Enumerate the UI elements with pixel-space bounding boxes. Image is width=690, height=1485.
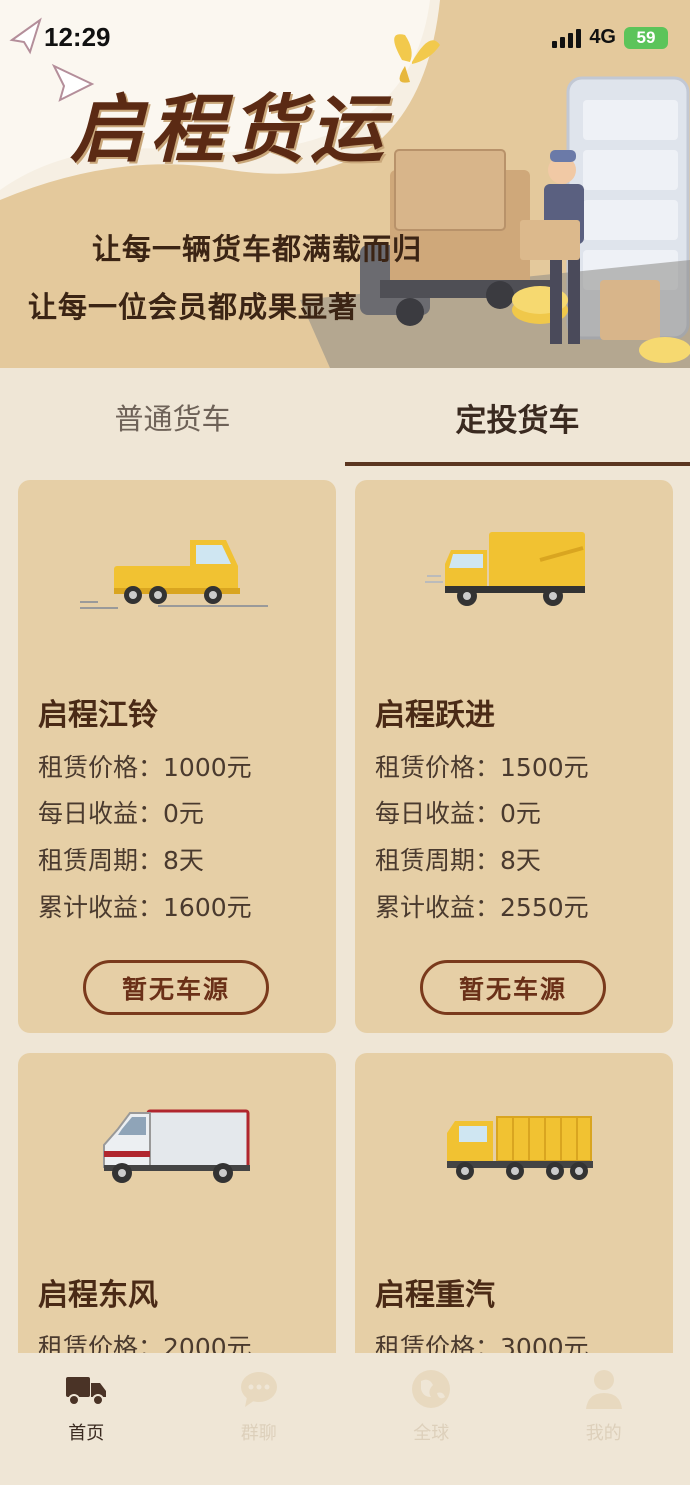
tab-fixed-investment-truck[interactable]: 定投货车	[345, 368, 690, 466]
truck-name: 启程重汽	[375, 1278, 495, 1313]
dump-truck-icon	[447, 1116, 593, 1180]
brand-title: 启程货运	[70, 87, 390, 173]
globe-icon	[412, 1370, 451, 1408]
truck-card[interactable]: 启程江铃 租赁价格：1000元 每日收益：0元 租赁周期：8天 累计收益：160…	[18, 480, 336, 1033]
signal-icon	[552, 28, 582, 48]
daily-income-value: 0元	[163, 799, 204, 828]
van-truck-icon	[103, 1109, 250, 1183]
truck-card[interactable]: 启程东风 租赁价格：2000元	[18, 1053, 336, 1373]
nav-home[interactable]: 首页	[0, 1353, 173, 1485]
rent-period-label: 租赁周期：	[38, 846, 164, 875]
rent-price-label: 租赁价格：	[38, 753, 164, 782]
chat-icon	[240, 1372, 277, 1407]
nav-label: 群聊	[240, 1423, 277, 1444]
truck-name: 启程江铃	[38, 698, 158, 733]
tab-regular-truck[interactable]: 普通货车	[0, 368, 345, 466]
total-income-value: 2550元	[500, 893, 589, 922]
pickup-truck-icon	[80, 540, 268, 609]
nav-label: 我的	[585, 1423, 622, 1444]
daily-income-value: 0元	[500, 799, 541, 828]
nav-global[interactable]: 全球	[345, 1353, 518, 1485]
slogan-1: 让每一辆货车都满载而归	[92, 232, 423, 266]
truck-name: 启程东风	[38, 1278, 158, 1313]
rent-price-row: 租赁价格：1500元	[375, 748, 589, 784]
slogan-2: 让每一位会员都成果显著	[28, 290, 359, 324]
status-time: 12:29	[44, 22, 111, 52]
truck-name: 启程跃进	[375, 698, 495, 733]
nav-label: 全球	[413, 1423, 450, 1444]
user-icon	[585, 1370, 622, 1409]
nav-mine[interactable]: 我的	[518, 1353, 690, 1485]
nav-label: 首页	[68, 1423, 105, 1444]
total-income-row: 累计收益：1600元	[38, 888, 252, 924]
daily-income-row: 每日收益：0元	[375, 794, 541, 830]
rent-period-row: 租赁周期：8天	[375, 841, 541, 877]
truck-type-tabs: 普通货车 定投货车	[0, 368, 690, 466]
rent-price-label: 租赁价格：	[375, 753, 501, 782]
rent-price-value: 1000元	[163, 753, 252, 782]
rent-price-row: 租赁价格：1000元	[38, 748, 252, 784]
total-income-label: 累计收益：	[38, 893, 164, 922]
bottom-nav: 首页 群聊 全球 我的	[0, 1353, 690, 1485]
nav-group-chat[interactable]: 群聊	[173, 1353, 346, 1485]
battery-icon: 59	[624, 26, 668, 49]
total-income-value: 1600元	[163, 893, 252, 922]
rent-period-value: 8天	[163, 846, 204, 875]
daily-income-label: 每日收益：	[38, 799, 164, 828]
truck-card[interactable]: 启程重汽 租赁价格：3000元	[355, 1053, 673, 1373]
status-indicators: 4G 59	[552, 26, 668, 49]
rent-price-value: 1500元	[500, 753, 589, 782]
network-type: 4G	[589, 26, 616, 48]
rent-period-value: 8天	[500, 846, 541, 875]
truck-card[interactable]: 启程跃进 租赁价格：1500元 每日收益：0元 租赁周期：8天 累计收益：255…	[355, 480, 673, 1033]
truck-icon	[66, 1377, 107, 1406]
total-income-row: 累计收益：2550元	[375, 888, 589, 924]
daily-income-row: 每日收益：0元	[38, 794, 204, 830]
box-truck-icon	[425, 532, 585, 606]
daily-income-label: 每日收益：	[375, 799, 501, 828]
no-vehicle-button[interactable]: 暂无车源	[420, 960, 606, 1015]
no-vehicle-button[interactable]: 暂无车源	[83, 960, 269, 1015]
rent-period-row: 租赁周期：8天	[38, 841, 204, 877]
total-income-label: 累计收益：	[375, 893, 501, 922]
rent-period-label: 租赁周期：	[375, 846, 501, 875]
battery-level: 59	[636, 27, 656, 47]
status-bar: 12:29 4G 59	[0, 0, 690, 76]
